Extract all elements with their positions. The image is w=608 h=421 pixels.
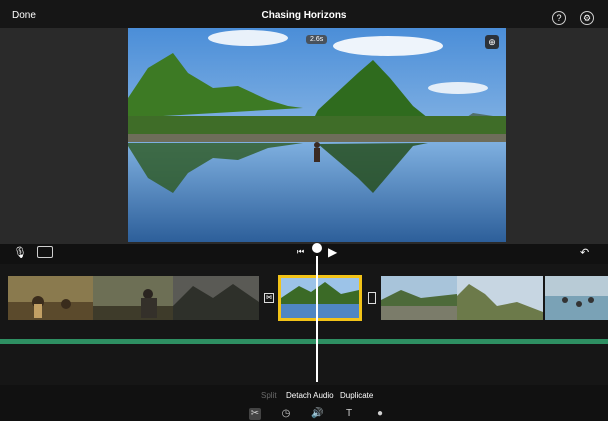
split-button[interactable]: Split xyxy=(261,391,277,400)
project-title: Chasing Horizons xyxy=(261,10,347,21)
speed-icon[interactable]: ◷ xyxy=(280,408,292,420)
audio-track[interactable] xyxy=(0,339,608,344)
transition-marker-icon[interactable] xyxy=(368,292,376,304)
detach-audio-button[interactable]: Detach Audio xyxy=(286,391,334,400)
titles-icon[interactable]: T xyxy=(343,408,355,420)
clip-beach-crowd[interactable] xyxy=(545,276,608,320)
selected-clip-frame[interactable] xyxy=(278,275,362,321)
settings-icon[interactable]: ⚙ xyxy=(580,11,594,25)
help-icon[interactable]: ? xyxy=(552,11,566,25)
clip-hiker-backpack[interactable] xyxy=(93,276,173,320)
scissors-icon[interactable]: ✂ xyxy=(249,408,261,420)
volume-icon[interactable]: 🔊 xyxy=(311,408,323,420)
playhead[interactable] xyxy=(316,256,318,382)
clip-lake-hills[interactable] xyxy=(381,276,457,320)
filters-icon[interactable]: ● xyxy=(374,408,386,420)
skip-back-icon[interactable]: ⏮ xyxy=(297,247,304,257)
video-preview xyxy=(128,28,506,242)
clip-misty-mountains[interactable] xyxy=(173,276,259,320)
transition-icon[interactable]: ⋈ xyxy=(264,293,274,303)
play-icon[interactable]: ▶ xyxy=(328,245,337,259)
duplicate-button[interactable]: Duplicate xyxy=(340,391,373,400)
camera-icon[interactable] xyxy=(37,246,53,258)
time-badge: 2.6s xyxy=(306,35,328,44)
clip-hikers-forest[interactable] xyxy=(8,276,93,320)
playhead-knob[interactable] xyxy=(312,243,322,253)
zoom-icon[interactable]: ⊕ xyxy=(485,35,499,49)
undo-icon[interactable]: ↶ xyxy=(580,246,589,259)
clip-cliffs-coast[interactable] xyxy=(457,276,543,320)
microphone-icon[interactable]: 🎙 xyxy=(13,246,27,259)
